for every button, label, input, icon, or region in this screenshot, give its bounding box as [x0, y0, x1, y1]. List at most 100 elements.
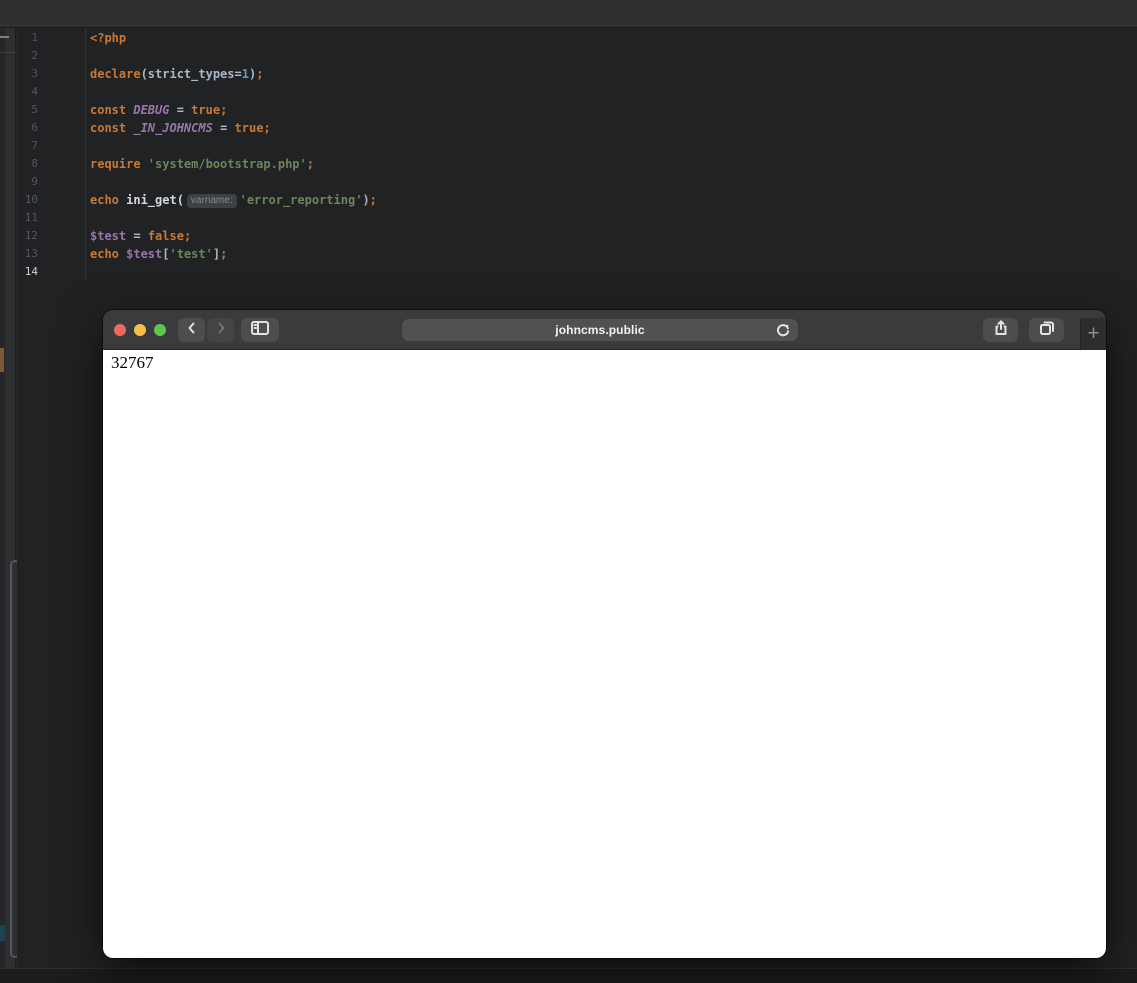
- code-token: =: [169, 103, 192, 117]
- left-edge-divider: [0, 52, 17, 53]
- code-token: ): [362, 193, 370, 207]
- code-token: echo: [90, 247, 127, 261]
- code-token: DEBUG: [133, 103, 170, 117]
- address-bar[interactable]: johncms.public: [402, 319, 798, 341]
- code-line[interactable]: 14: [17, 263, 1137, 281]
- code-text: echo $test['test'];: [90, 245, 227, 263]
- code-token: 'system/bootstrap.php': [147, 157, 307, 171]
- code-token: _IN_JOHNCMS: [133, 121, 213, 135]
- minimize-window-button[interactable]: [134, 324, 146, 336]
- tab-overview-icon: [1038, 319, 1056, 342]
- nav-buttons: [178, 318, 234, 342]
- code-token: ;: [263, 121, 271, 135]
- browser-page-content: 32767: [103, 350, 1106, 958]
- tab-overview-button[interactable]: [1029, 318, 1064, 342]
- code-token: 1: [241, 67, 249, 81]
- line-number[interactable]: 5: [17, 101, 38, 119]
- code-token: const: [90, 121, 134, 135]
- code-token: =: [212, 121, 235, 135]
- code-line[interactable]: 6 const _IN_JOHNCMS = true;: [17, 119, 1137, 137]
- code-token: ;: [256, 67, 264, 81]
- line-number[interactable]: 10: [17, 191, 38, 209]
- line-number[interactable]: 9: [17, 173, 38, 191]
- code-token: echo: [90, 193, 127, 207]
- code-token: true: [191, 103, 221, 117]
- line-number[interactable]: 13: [17, 245, 38, 263]
- code-line[interactable]: 2: [17, 47, 1137, 65]
- code-token: ;: [369, 193, 377, 207]
- plus-icon: +: [1087, 321, 1100, 345]
- sidebar-icon: [250, 320, 270, 341]
- forward-button[interactable]: [207, 318, 234, 342]
- line-number[interactable]: 12: [17, 227, 38, 245]
- code-token: ini_get(: [126, 193, 184, 207]
- code-text: <?php: [90, 29, 126, 47]
- address-bar-url: johncms.public: [555, 323, 645, 337]
- left-edge-dash-icon: [0, 36, 9, 38]
- line-number[interactable]: 11: [17, 209, 38, 227]
- code-line[interactable]: 10 echo ini_get(varname:'error_reporting'…: [17, 191, 1137, 209]
- code-text: $test = false;: [90, 227, 191, 245]
- code-token: (strict_types=: [140, 67, 242, 81]
- code-token: <?php: [90, 31, 127, 45]
- code-token: false: [147, 229, 184, 243]
- code-token: $test: [90, 229, 127, 243]
- code-token: true: [234, 121, 264, 135]
- code-token: ;: [220, 247, 228, 261]
- code-token: ;: [306, 157, 314, 171]
- line-number[interactable]: 7: [17, 137, 38, 155]
- back-button[interactable]: [178, 318, 205, 342]
- code-line[interactable]: 7: [17, 137, 1137, 155]
- line-number[interactable]: 4: [17, 83, 38, 101]
- ide-statusbar: [0, 968, 1137, 983]
- left-rail: [0, 28, 20, 968]
- code-token: ;: [183, 229, 192, 243]
- line-number[interactable]: 1: [17, 29, 38, 47]
- safari-window[interactable]: johncms.public + 32767: [103, 310, 1106, 958]
- code-token: declare: [90, 67, 141, 81]
- annotation-mark-orange: [0, 348, 4, 372]
- code-token: ;: [220, 103, 228, 117]
- chevron-left-icon: [184, 320, 200, 341]
- reload-icon[interactable]: [775, 322, 791, 343]
- code-line[interactable]: 8 require 'system/bootstrap.php';: [17, 155, 1137, 173]
- line-number[interactable]: 8: [17, 155, 38, 173]
- code-text: const DEBUG = true;: [90, 101, 227, 119]
- traffic-lights: [114, 324, 166, 336]
- chevron-right-icon: [213, 320, 229, 341]
- sidebar-button[interactable]: [241, 318, 279, 342]
- code-text: const _IN_JOHNCMS = true;: [90, 119, 271, 137]
- code-token: require: [90, 157, 148, 171]
- code-line[interactable]: 4: [17, 83, 1137, 101]
- parameter-name-hint: varname:: [186, 194, 237, 208]
- code-token: 'test': [169, 247, 213, 261]
- scrollbar-track[interactable]: [5, 28, 20, 968]
- code-lines[interactable]: 1 <?php 2 3 declare(strict_types=1); 4 5 const …: [17, 29, 1137, 281]
- code-line[interactable]: 11: [17, 209, 1137, 227]
- code-token: ]: [212, 247, 221, 261]
- line-number[interactable]: 14: [17, 263, 38, 281]
- new-tab-button[interactable]: +: [1080, 318, 1106, 350]
- line-number[interactable]: 6: [17, 119, 38, 137]
- code-token: 'error_reporting': [239, 193, 363, 207]
- line-number[interactable]: 2: [17, 47, 38, 65]
- code-line[interactable]: 1 <?php: [17, 29, 1137, 47]
- code-line[interactable]: 12 $test = false;: [17, 227, 1137, 245]
- code-token: =: [126, 229, 148, 243]
- safari-toolbar: johncms.public +: [103, 310, 1106, 350]
- code-text: declare(strict_types=1);: [90, 65, 263, 83]
- share-icon: [992, 319, 1010, 342]
- close-window-button[interactable]: [114, 324, 126, 336]
- code-text: require 'system/bootstrap.php';: [90, 155, 314, 173]
- code-text: echo ini_get(varname:'error_reporting');: [90, 191, 377, 209]
- share-button[interactable]: [983, 318, 1018, 342]
- code-token: const: [90, 103, 134, 117]
- line-number[interactable]: 3: [17, 65, 38, 83]
- code-line[interactable]: 9: [17, 173, 1137, 191]
- code-line[interactable]: 13 echo $test['test'];: [17, 245, 1137, 263]
- zoom-window-button[interactable]: [154, 324, 166, 336]
- code-token: $test: [126, 247, 163, 261]
- code-line[interactable]: 5 const DEBUG = true;: [17, 101, 1137, 119]
- ide-titlebar: [0, 0, 1137, 28]
- code-line[interactable]: 3 declare(strict_types=1);: [17, 65, 1137, 83]
